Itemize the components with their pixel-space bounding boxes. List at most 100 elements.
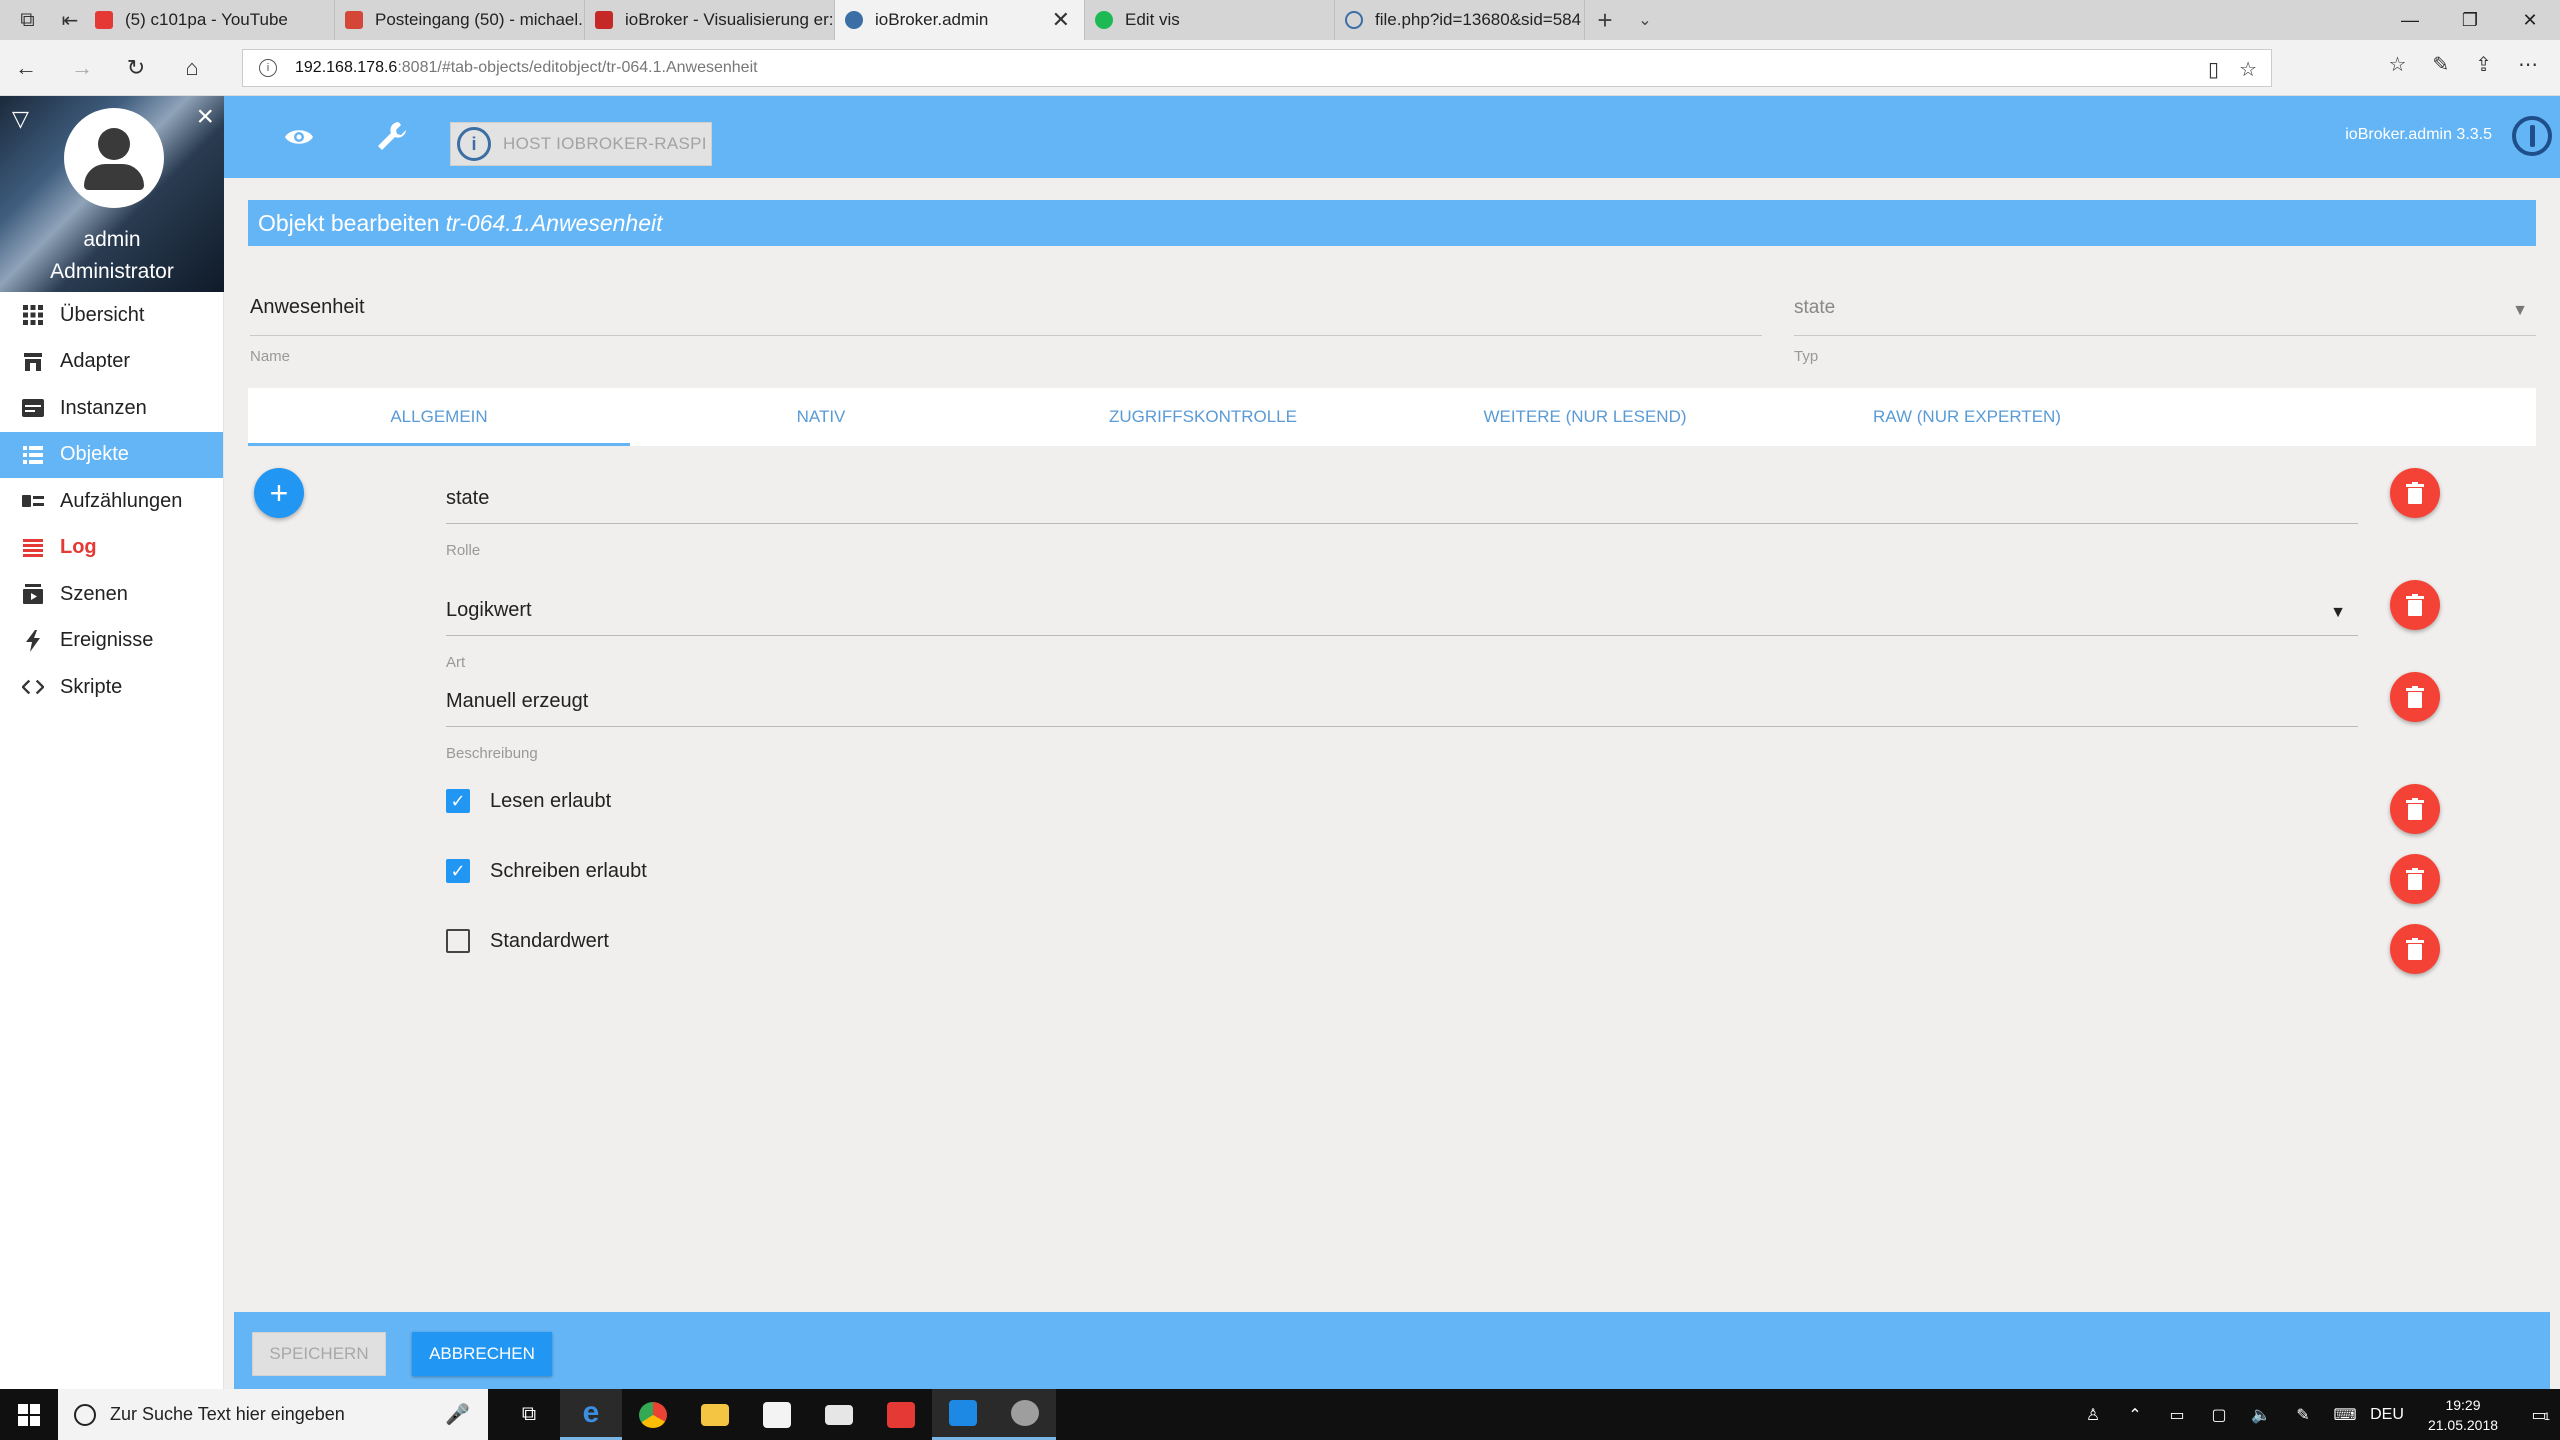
clock[interactable]: 19:29 21.05.2018 — [2408, 1395, 2518, 1435]
battery-icon[interactable]: ▭ — [2156, 1405, 2198, 1425]
host-button[interactable]: i HOST IOBROKER-RASPI — [450, 122, 712, 166]
set-aside-tabs-icon[interactable]: ⇤ — [55, 0, 85, 40]
pen-workspace-icon[interactable]: ✎ — [2282, 1405, 2324, 1425]
favorite-star-icon[interactable]: ☆ — [2239, 57, 2257, 82]
minimize-icon[interactable]: — — [2380, 0, 2440, 40]
add-attribute-button[interactable]: + — [254, 468, 304, 518]
tab-raw[interactable]: RAW (NUR EXPERTEN) — [1776, 388, 2158, 446]
search-placeholder: Zur Suche Text hier eingeben — [110, 1404, 345, 1424]
delete-read-button[interactable] — [2390, 784, 2440, 834]
pen-icon[interactable]: ✎ — [2432, 52, 2449, 77]
network-icon[interactable]: ▢ — [2198, 1405, 2240, 1425]
read-allowed-row[interactable]: ✓ Lesen erlaubt — [446, 786, 611, 816]
tab-nativ[interactable]: NATIV — [630, 388, 1012, 446]
show-hidden-icons-chevron-icon[interactable]: ⌃ — [2114, 1405, 2156, 1425]
browser-tab-youtube[interactable]: (5) c101pa - YouTube — [85, 0, 335, 40]
youtube-app-icon[interactable] — [870, 1389, 932, 1440]
tab-allgemein[interactable]: ALLGEMEIN — [248, 388, 630, 446]
delete-write-button[interactable] — [2390, 854, 2440, 904]
input-language[interactable]: DEU — [2366, 1406, 2408, 1424]
wrench-icon[interactable] — [376, 120, 408, 152]
sidebar-menu: Übersicht Adapter Instanzen Objekte Aufz… — [0, 292, 223, 711]
volume-icon[interactable]: 🔈 — [2240, 1405, 2282, 1425]
paint-app-icon[interactable] — [994, 1389, 1056, 1440]
browser-toolbar: ☆ ✎ ⇪ ⋯ — [2389, 52, 2560, 77]
tab-list-chevron-icon[interactable]: ⌄ — [1625, 10, 1665, 30]
delete-default-button[interactable] — [2390, 924, 2440, 974]
tab-label: file.php?id=13680&sid=584 — [1375, 10, 1582, 29]
host-label: HOST IOBROKER-RASPI — [503, 134, 707, 153]
kind-select[interactable]: Logikwert ▼ — [446, 586, 2358, 636]
close-window-icon[interactable]: ✕ — [2500, 0, 2560, 40]
browser-tab-iobroker-forum[interactable]: ioBroker - Visualisierung er: — [585, 0, 835, 40]
default-value-checkbox[interactable] — [446, 929, 470, 953]
site-info-icon[interactable]: i — [259, 59, 277, 77]
delete-kind-button[interactable] — [2390, 580, 2440, 630]
new-tab-button[interactable]: + — [1585, 5, 1625, 36]
sidebar-item-aufzaehlungen[interactable]: Aufzählungen — [0, 478, 223, 525]
share-icon[interactable]: ⇪ — [2475, 52, 2492, 77]
more-icon[interactable]: ⋯ — [2518, 52, 2538, 77]
close-tab-icon[interactable]: ✕ — [1052, 7, 1070, 33]
action-center-icon[interactable]: ▭ 1 — [2518, 1405, 2560, 1425]
edge-icon[interactable]: e — [560, 1389, 622, 1440]
taskbar-search-input[interactable]: Zur Suche Text hier eingeben 🎤 — [58, 1389, 488, 1440]
title-prefix: Objekt bearbeiten — [258, 209, 440, 236]
sidebar-item-adapter[interactable]: Adapter — [0, 339, 223, 386]
eye-icon[interactable] — [284, 122, 314, 152]
url-host: 192.168.178.6 — [295, 59, 398, 76]
touch-keyboard-icon[interactable]: ⌨ — [2324, 1405, 2366, 1425]
delete-role-button[interactable] — [2390, 468, 2440, 518]
refresh-icon[interactable]: ↻ — [120, 52, 152, 84]
microphone-icon[interactable]: 🎤 — [445, 1402, 470, 1427]
tab-preview-icon[interactable]: ⧉ — [0, 0, 55, 40]
store-app-icon[interactable] — [746, 1389, 808, 1440]
url-input[interactable]: i 192.168.178.6:8081/#tab-objects/editob… — [242, 49, 2272, 87]
youtube-icon — [95, 11, 113, 29]
type-select[interactable]: state ▼ — [1794, 288, 2536, 336]
tab-weitere[interactable]: WEITERE (NUR LESEND) — [1394, 388, 1776, 446]
back-icon[interactable]: ← — [10, 52, 42, 84]
windows-start-icon[interactable] — [0, 1389, 58, 1440]
restore-icon[interactable]: ❐ — [2440, 0, 2500, 40]
reading-view-icon[interactable]: ▯ — [2208, 57, 2219, 82]
sidebar-item-ereignisse[interactable]: Ereignisse — [0, 618, 223, 665]
delete-description-button[interactable] — [2390, 672, 2440, 722]
enum-icon — [22, 490, 44, 512]
read-allowed-checkbox[interactable]: ✓ — [446, 789, 470, 813]
sidebar-item-uebersicht[interactable]: Übersicht — [0, 292, 223, 339]
mail-app-icon[interactable] — [808, 1389, 870, 1440]
file-explorer-icon[interactable] — [684, 1389, 746, 1440]
role-field[interactable]: state — [446, 474, 2358, 524]
cancel-button[interactable]: ABBRECHEN — [412, 1332, 552, 1376]
browser-tab-file[interactable]: file.php?id=13680&sid=584 — [1335, 0, 1585, 40]
tab-label: ioBroker.admin — [875, 10, 989, 29]
browser-tab-edit-vis[interactable]: Edit vis — [1085, 0, 1335, 40]
home-icon[interactable]: ⌂ — [176, 52, 208, 84]
close-sidebar-icon[interactable]: × — [196, 100, 214, 134]
default-value-row[interactable]: Standardwert — [446, 926, 609, 956]
dropdown-caret-icon: ▼ — [2330, 604, 2346, 621]
kind-label: Art — [446, 654, 466, 671]
description-field[interactable]: Manuell erzeugt — [446, 677, 2358, 727]
iobroker-app-icon[interactable] — [932, 1389, 994, 1440]
chrome-icon[interactable] — [622, 1389, 684, 1440]
browser-tab-mail[interactable]: Posteingang (50) - michael. — [335, 0, 585, 40]
save-button[interactable]: SPEICHERN — [252, 1332, 386, 1376]
sidebar-item-log[interactable]: Log — [0, 525, 223, 572]
write-allowed-row[interactable]: ✓ Schreiben erlaubt — [446, 856, 647, 886]
sidebar-item-skripte[interactable]: Skripte — [0, 664, 223, 711]
sidebar-item-instanzen[interactable]: Instanzen — [0, 385, 223, 432]
task-view-icon[interactable]: ⧉ — [498, 1389, 560, 1440]
forward-icon[interactable]: → — [66, 52, 98, 84]
tab-zugriffskontrolle[interactable]: ZUGRIFFSKONTROLLE — [1012, 388, 1394, 446]
triangle-menu-icon[interactable]: ▽ — [12, 106, 29, 132]
name-field[interactable]: Anwesenheit — [250, 288, 1762, 336]
sidebar-item-szenen[interactable]: Szenen — [0, 571, 223, 618]
trash-icon — [2406, 482, 2424, 504]
write-allowed-checkbox[interactable]: ✓ — [446, 859, 470, 883]
people-icon[interactable]: ♙ — [2072, 1405, 2114, 1425]
sidebar-item-objekte[interactable]: Objekte — [0, 431, 223, 478]
browser-tab-iobroker-admin[interactable]: ioBroker.admin ✕ — [835, 0, 1085, 40]
favorites-hub-icon[interactable]: ☆ — [2389, 52, 2407, 77]
